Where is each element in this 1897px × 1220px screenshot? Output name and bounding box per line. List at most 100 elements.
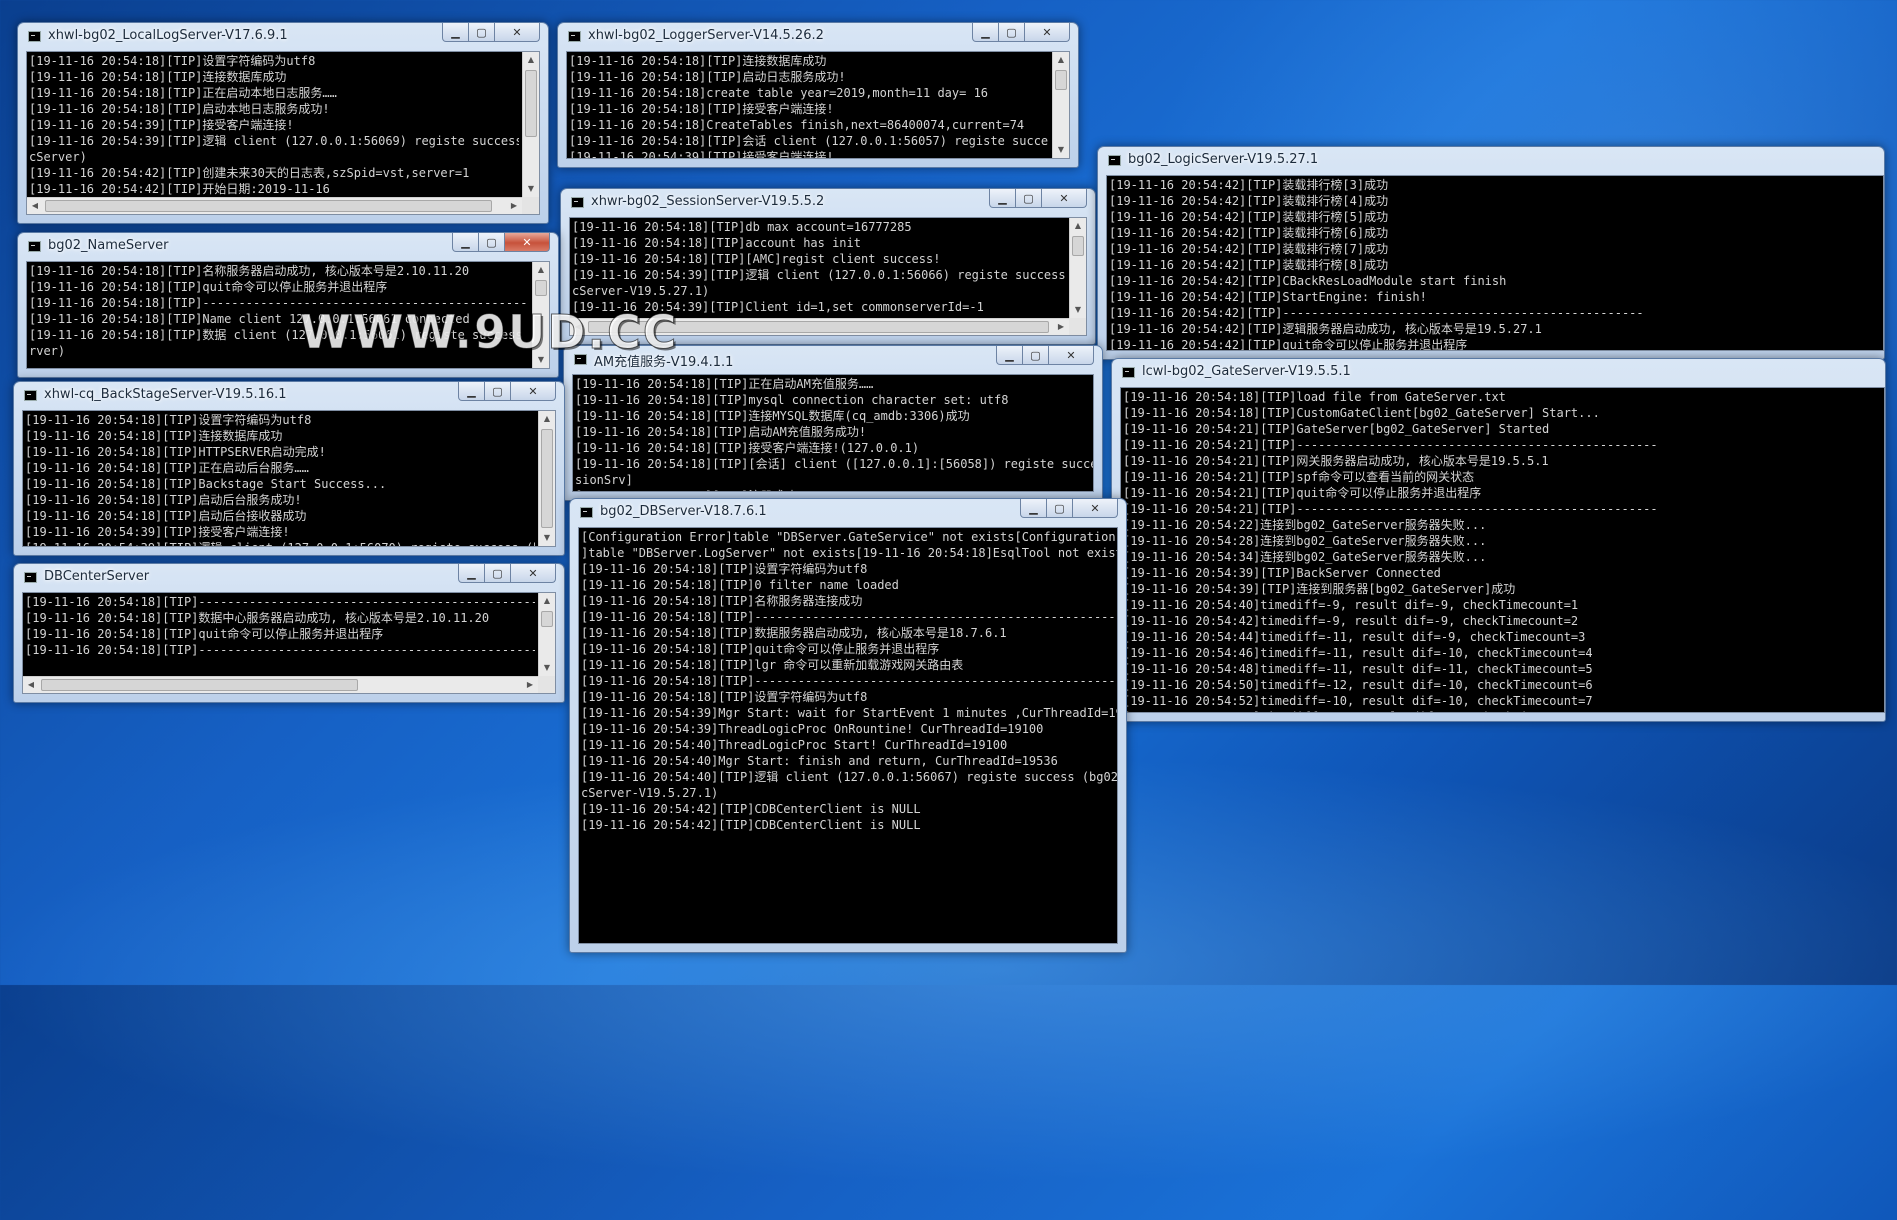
vertical-scrollbar[interactable]: ▲ ▼	[1069, 218, 1086, 318]
scroll-up-arrow-icon[interactable]: ▲	[539, 411, 555, 427]
titlebar[interactable]: xhwl-cq_BackStageServer-V19.5.16.1 ▁ ▢ ✕	[22, 382, 556, 410]
minimize-button[interactable]: ▁	[972, 23, 999, 42]
horizontal-scrollbar[interactable]: ◀ ▶	[27, 197, 522, 214]
minimize-button[interactable]: ▁	[989, 189, 1016, 208]
scroll-thumb[interactable]	[588, 321, 1049, 333]
maximize-button[interactable]: ▢	[469, 23, 495, 42]
titlebar[interactable]: lcwl-bg02_GateServer-V19.5.5.1	[1120, 359, 1877, 387]
minimize-button[interactable]: ▁	[996, 346, 1023, 365]
vertical-scrollbar[interactable]: ▲ ▼	[1052, 52, 1069, 158]
minimize-button[interactable]: ▁	[442, 23, 469, 42]
window-dbserver[interactable]: bg02_DBServer-V18.7.6.1 ▁ ▢ ✕ [Configura…	[569, 498, 1127, 953]
log-line: [19-11-16 20:54:18][TIP]----------------…	[29, 296, 529, 310]
close-button[interactable]: ✕	[505, 233, 550, 252]
maximize-button[interactable]: ▢	[1023, 346, 1049, 365]
scroll-down-arrow-icon[interactable]: ▼	[1053, 142, 1069, 158]
titlebar[interactable]: DBCenterServer ▁ ▢ ✕	[22, 564, 556, 592]
maximize-button[interactable]: ▢	[1047, 499, 1073, 518]
console-output[interactable]: [19-11-16 20:54:18][TIP]连接数据库成功 [19-11-16…	[566, 51, 1070, 159]
minimize-button[interactable]: ▁	[458, 564, 485, 583]
titlebar[interactable]: xhwr-bg02_SessionServer-V19.5.5.2 ▁ ▢ ✕	[569, 189, 1087, 217]
scroll-down-arrow-icon[interactable]: ▼	[533, 352, 549, 368]
titlebar[interactable]: bg02_DBServer-V18.7.6.1 ▁ ▢ ✕	[578, 499, 1118, 527]
log-line: [19-11-16 20:54:18][TIP]启动本地日志服务成功!	[29, 102, 330, 116]
window-dbcenterserver[interactable]: DBCenterServer ▁ ▢ ✕ [19-11-16 20:54:18]…	[13, 563, 565, 703]
minimize-button[interactable]: ▁	[458, 382, 485, 401]
maximize-button[interactable]: ▢	[485, 564, 511, 583]
log-line: [19-11-16 20:54:18][TIP]正在启动后台服务……	[25, 461, 309, 475]
scroll-thumb[interactable]	[541, 611, 553, 627]
console-output[interactable]: [19-11-16 20:54:42][TIP]装载排行榜[3]成功 [19-11…	[1106, 175, 1884, 351]
scroll-up-arrow-icon[interactable]: ▲	[1070, 218, 1086, 234]
vertical-scrollbar[interactable]: ▲ ▼	[522, 52, 539, 197]
scroll-thumb[interactable]	[41, 679, 358, 691]
log-line: [19-11-16 20:54:42][TIP]CDBCenterClient …	[581, 818, 921, 832]
console-output[interactable]: [19-11-16 20:54:18][TIP]设置字符编码为utf8 [19-1…	[26, 51, 540, 215]
close-button[interactable]: ✕	[1042, 189, 1087, 208]
maximize-button[interactable]: ▢	[485, 382, 511, 401]
log-line: sionSrv]	[575, 473, 633, 487]
console-output[interactable]: [19-11-16 20:54:18][TIP]db max account=1…	[569, 217, 1087, 336]
scroll-up-arrow-icon[interactable]: ▲	[539, 593, 555, 609]
minimize-button[interactable]: ▁	[1020, 499, 1047, 518]
titlebar[interactable]: xhwl-bg02_LoggerServer-V14.5.26.2 ▁ ▢ ✕	[566, 23, 1070, 51]
log-line: ]table "DBServer.LogServer" not exists[1…	[581, 546, 1117, 560]
maximize-button[interactable]: ▢	[999, 23, 1025, 42]
window-nameserver[interactable]: bg02_NameServer ▁ ▢ ✕ [19-11-16 20:54:18…	[17, 232, 559, 378]
window-title: lcwl-bg02_GateServer-V19.5.5.1	[1142, 364, 1351, 379]
scroll-up-arrow-icon[interactable]: ▲	[523, 52, 539, 68]
window-backstageserver[interactable]: xhwl-cq_BackStageServer-V19.5.16.1 ▁ ▢ ✕…	[13, 381, 565, 556]
scroll-left-arrow-icon[interactable]: ◀	[570, 319, 586, 335]
scroll-down-arrow-icon[interactable]: ▼	[539, 660, 555, 676]
scroll-right-arrow-icon[interactable]: ▶	[1053, 319, 1069, 335]
close-button[interactable]: ✕	[1073, 499, 1118, 518]
titlebar[interactable]: bg02_LogicServer-V19.5.27.1	[1106, 147, 1876, 175]
scroll-thumb[interactable]	[1055, 70, 1067, 90]
horizontal-scrollbar[interactable]: ◀ ▶	[570, 318, 1069, 335]
close-button[interactable]: ✕	[1049, 346, 1094, 365]
console-output[interactable]: [Configuration Error]table "DBServer.Gat…	[578, 527, 1118, 944]
vertical-scrollbar[interactable]: ▲ ▼	[538, 411, 555, 546]
scroll-down-arrow-icon[interactable]: ▼	[523, 181, 539, 197]
vertical-scrollbar[interactable]: ▲ ▼	[538, 593, 555, 676]
scroll-left-arrow-icon[interactable]: ◀	[23, 677, 39, 693]
scroll-left-arrow-icon[interactable]: ◀	[27, 198, 43, 214]
vertical-scrollbar[interactable]: ▲ ▼	[532, 262, 549, 368]
console-output[interactable]: [19-11-16 20:54:18][TIP]名称服务器启动成功, 核心版本号…	[26, 261, 550, 369]
titlebar[interactable]: bg02_NameServer ▁ ▢ ✕	[26, 233, 550, 261]
maximize-button[interactable]: ▢	[479, 233, 505, 252]
log-line: [19-11-16 20:54:39][TIP]接受客户端连接!	[29, 118, 294, 132]
scroll-thumb[interactable]	[535, 280, 547, 296]
scroll-thumb[interactable]	[541, 429, 553, 528]
close-button[interactable]: ✕	[495, 23, 540, 42]
window-gateserver[interactable]: lcwl-bg02_GateServer-V19.5.5.1 [19-11-16…	[1111, 358, 1886, 722]
scroll-up-arrow-icon[interactable]: ▲	[533, 262, 549, 278]
horizontal-scrollbar[interactable]: ◀ ▶	[23, 676, 538, 693]
console-output[interactable]: [19-11-16 20:54:18][TIP]设置字符编码为utf8 [19-1…	[22, 410, 556, 547]
titlebar[interactable]: xhwl-bg02_LocalLogServer-V17.6.9.1 ▁ ▢ ✕	[26, 23, 540, 51]
close-button[interactable]: ✕	[1025, 23, 1070, 42]
window-am-recharge-service[interactable]: AM充值服务-V19.4.1.1 ▁ ▢ ✕ [19-11-16 20:54:1…	[563, 345, 1103, 501]
scroll-thumb[interactable]	[45, 200, 492, 212]
maximize-button[interactable]: ▢	[1016, 189, 1042, 208]
close-button[interactable]: ✕	[511, 382, 556, 401]
close-button[interactable]: ✕	[511, 564, 556, 583]
scroll-right-arrow-icon[interactable]: ▶	[522, 677, 538, 693]
log-line: [19-11-16 20:54:42][TIP]装载排行榜[8]成功	[1109, 258, 1389, 272]
console-output[interactable]: [19-11-16 20:54:18][TIP]正在启动AM充值服务…… [19-…	[572, 374, 1094, 492]
scroll-right-arrow-icon[interactable]: ▶	[506, 198, 522, 214]
scroll-down-arrow-icon[interactable]: ▼	[1070, 302, 1086, 318]
console-output[interactable]: [19-11-16 20:54:18][TIP]----------------…	[22, 592, 556, 694]
log-line: [19-11-16 20:54:34]连接到bg02_GateServer服务器…	[1123, 550, 1487, 564]
titlebar[interactable]: AM充值服务-V19.4.1.1 ▁ ▢ ✕	[572, 346, 1094, 374]
scroll-thumb[interactable]	[525, 70, 537, 137]
scroll-thumb[interactable]	[1072, 236, 1084, 256]
console-output[interactable]: [19-11-16 20:54:18][TIP]load file from G…	[1120, 387, 1885, 713]
scroll-down-arrow-icon[interactable]: ▼	[539, 530, 555, 546]
window-sessionserver[interactable]: xhwr-bg02_SessionServer-V19.5.5.2 ▁ ▢ ✕ …	[560, 188, 1096, 345]
window-logicserver[interactable]: bg02_LogicServer-V19.5.27.1 [19-11-16 20…	[1097, 146, 1885, 360]
scroll-up-arrow-icon[interactable]: ▲	[1053, 52, 1069, 68]
window-loggerserver[interactable]: xhwl-bg02_LoggerServer-V14.5.26.2 ▁ ▢ ✕ …	[557, 22, 1079, 168]
window-locallogserver[interactable]: xhwl-bg02_LocalLogServer-V17.6.9.1 ▁ ▢ ✕…	[17, 22, 549, 224]
minimize-button[interactable]: ▁	[452, 233, 479, 252]
